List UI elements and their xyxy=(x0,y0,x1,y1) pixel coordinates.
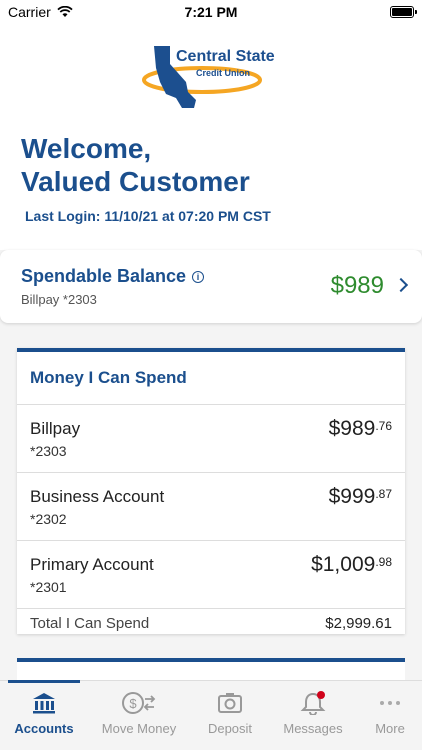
tab-label: Move Money xyxy=(101,721,177,736)
more-dots-icon xyxy=(380,701,400,705)
tab-move-money[interactable]: $ Move Money xyxy=(97,687,181,736)
status-bar: Carrier 7:21 PM xyxy=(0,0,422,24)
balance-dollars: $989 xyxy=(328,417,376,440)
account-name: Business Account xyxy=(30,487,165,506)
tab-label: More xyxy=(375,721,405,736)
unread-badge xyxy=(317,691,325,699)
total-amount: $2,999.61 xyxy=(325,615,392,632)
welcome-line-1: Welcome, xyxy=(21,133,152,164)
status-time: 7:21 PM xyxy=(184,4,238,20)
last-login-text: Last Login: 11/10/21 at 07:20 PM CST xyxy=(25,208,271,224)
money-i-can-spend-card: Money I Can Spend Billpay *2303 $989.76 … xyxy=(17,348,405,634)
credit-union-logo: Central State Credit Union xyxy=(140,42,280,110)
spendable-title-label: Spendable Balance xyxy=(21,266,187,286)
welcome-heading: Welcome, Valued Customer xyxy=(21,132,250,198)
account-balance: $999.87 xyxy=(329,485,392,509)
header-area: Central State Credit Union Welcome, Valu… xyxy=(0,24,422,250)
accounts-screen: Carrier 7:21 PM Central State Credit Uni… xyxy=(0,0,422,750)
account-name: Primary Account xyxy=(30,555,154,574)
camera-icon xyxy=(218,693,242,713)
bank-icon xyxy=(33,693,55,714)
account-balance: $1,009.98 xyxy=(311,553,392,577)
balance-cents: .98 xyxy=(375,555,392,569)
logo-subtitle: Credit Union xyxy=(196,68,250,78)
tab-label: Messages xyxy=(283,721,343,736)
balance-dollars: $999 xyxy=(328,485,376,508)
info-icon[interactable]: i xyxy=(192,271,205,283)
active-tab-indicator xyxy=(8,680,80,683)
spendable-amount: $989 xyxy=(330,272,384,299)
chevron-right-icon[interactable] xyxy=(393,277,409,293)
card-title: Money I Can Spend xyxy=(30,368,187,387)
balance-cents: .76 xyxy=(375,419,392,433)
account-number: *2302 xyxy=(30,511,67,527)
welcome-line-2: Valued Customer xyxy=(21,166,250,197)
account-row-billpay[interactable]: Billpay *2303 $989.76 xyxy=(17,404,405,472)
account-row-business[interactable]: Business Account *2302 $999.87 xyxy=(17,472,405,540)
tab-label: Deposit xyxy=(207,721,253,736)
svg-text:$: $ xyxy=(129,696,137,711)
balance-cents: .87 xyxy=(375,487,392,501)
tab-deposit[interactable]: Deposit xyxy=(188,687,272,736)
logo-name: Central State xyxy=(176,48,275,65)
tab-accounts[interactable]: Accounts xyxy=(2,687,86,736)
battery-icon xyxy=(390,6,417,18)
account-name: Billpay xyxy=(30,419,81,438)
total-row: Total I Can Spend $2,999.61 xyxy=(17,608,405,638)
money-transfer-icon: $ xyxy=(122,692,156,714)
spendable-title: Spendable Balance i xyxy=(21,266,205,287)
account-row-primary[interactable]: Primary Account *2301 $1,009.98 xyxy=(17,540,405,608)
balance-dollars: $1,009 xyxy=(311,553,376,576)
spendable-account: Billpay *2303 xyxy=(21,292,97,307)
tab-more[interactable]: More xyxy=(348,687,422,736)
account-number: *2303 xyxy=(30,443,67,459)
account-number: *2301 xyxy=(30,579,67,595)
spendable-balance-card[interactable]: Spendable Balance i Billpay *2303 $989 xyxy=(0,250,422,323)
tab-label: Accounts xyxy=(14,721,74,736)
account-balance: $989.76 xyxy=(329,417,392,441)
tab-messages[interactable]: Messages xyxy=(271,687,355,736)
total-label: Total I Can Spend xyxy=(30,615,150,632)
tab-bar: Accounts $ Move Money Deposit Messages M… xyxy=(0,680,422,750)
